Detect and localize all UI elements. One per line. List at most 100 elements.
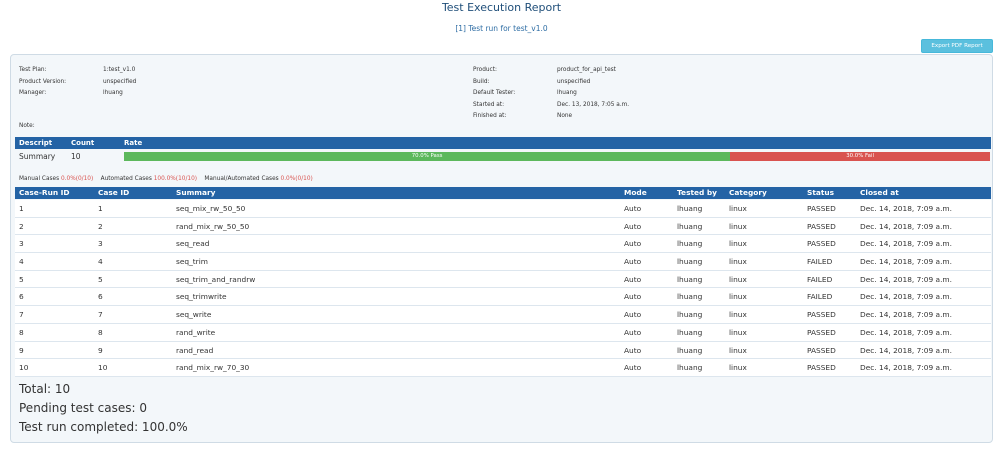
started-at-label: Started at:: [473, 101, 505, 108]
header-col-category: Category: [729, 188, 767, 197]
cell-mode: Auto: [624, 345, 642, 355]
cell-tested-by: lhuang: [677, 310, 703, 320]
table-row[interactable]: 1 1 seq_mix_rw_50_50 Auto lhuang linux PASSED D…: [15, 200, 991, 218]
cell-category: linux: [729, 310, 747, 320]
cell-category: linux: [729, 204, 747, 213]
mixed-cases-value: 0.0%(0/10): [280, 176, 313, 182]
cell-summary[interactable]: rand_mix_rw_50_50: [176, 218, 249, 235]
cell-status: FAILED: [807, 257, 833, 267]
table-row[interactable]: 9 9 rand_read Auto lhuang linux PASSED Dec. 14,…: [15, 341, 991, 360]
cell-case-run-id: 3: [19, 239, 24, 249]
cell-case-run-id: 10: [19, 363, 29, 373]
cell-closed-at: Dec. 14, 2018, 7:09 a.m.: [860, 310, 952, 320]
header-col-case-run-id: Case-Run ID: [19, 188, 70, 197]
cell-category: linux: [729, 363, 747, 373]
summary-descript: Summary: [19, 152, 56, 161]
test-plan-label: Test Plan:: [19, 67, 47, 73]
manual-cases-value: 0.0%(0/10): [60, 176, 94, 182]
table-row[interactable]: 6 6 seq_trimwrite Auto lhuang linux FAILED Dec.…: [15, 288, 991, 307]
cell-case-run-id: 1: [19, 204, 24, 213]
summary-col-count: Count: [71, 139, 95, 147]
cell-status: PASSED: [807, 221, 836, 231]
cell-closed-at: Dec. 14, 2018, 7:09 a.m.: [860, 292, 952, 302]
cell-status: FAILED: [807, 274, 833, 284]
header-col-case-id: Case ID: [98, 188, 130, 197]
test-plan-value: 1:test_v1.0: [103, 67, 136, 73]
header-col-tested-by: Tested by: [677, 188, 717, 197]
cell-summary[interactable]: seq_trim: [176, 253, 208, 270]
case-table-header: Case-Run ID Case ID Summary Mode Tested by Ca…: [15, 187, 991, 199]
test-run-link[interactable]: [1] Test run for test_v1.0: [0, 24, 1003, 33]
cell-case-id: 2: [98, 221, 103, 231]
cell-closed-at: Dec. 14, 2018, 7:09 a.m.: [860, 327, 952, 337]
build-value: unspecified: [557, 78, 591, 85]
table-row[interactable]: 2 2 rand_mix_rw_50_50 Auto lhuang linux PASSED…: [15, 217, 991, 236]
cell-status: PASSED: [807, 327, 836, 337]
cell-tested-by: lhuang: [677, 274, 703, 284]
cell-case-id: 10: [98, 363, 108, 373]
cell-summary[interactable]: seq_trim_and_randrw: [176, 271, 255, 288]
cell-closed-at: Dec. 14, 2018, 7:09 a.m.: [860, 257, 952, 267]
cell-summary[interactable]: seq_read: [176, 235, 209, 252]
cell-summary[interactable]: rand_read: [176, 342, 213, 359]
summary-col-descript: Descript: [19, 139, 53, 147]
cell-case-run-id: 4: [19, 257, 24, 267]
cell-case-id: 3: [98, 239, 103, 249]
cell-case-id: 8: [98, 327, 103, 337]
rate-bar-pass: 70.0% Pass: [124, 152, 731, 161]
cell-mode: Auto: [624, 221, 642, 231]
export-pdf-button[interactable]: Export PDF Report: [921, 39, 993, 53]
cell-case-id: 9: [98, 345, 103, 355]
table-row[interactable]: 4 4 seq_trim Auto lhuang linux FAILED Dec. 14, …: [15, 253, 991, 271]
cell-summary[interactable]: rand_mix_rw_70_30: [176, 359, 249, 376]
table-row[interactable]: 8 8 rand_write Auto lhuang linux PASSED Dec. 14…: [15, 323, 991, 342]
table-row[interactable]: 5 5 seq_trim_and_randrw Auto lhuang linux FAIL…: [15, 270, 991, 289]
manual-cases-label: Manual Cases: [19, 176, 60, 182]
cell-mode: Auto: [624, 310, 642, 320]
completion-rate: Test run completed: 100.0%: [19, 420, 188, 434]
header-col-summary: Summary: [176, 188, 216, 197]
cell-summary[interactable]: seq_write: [176, 306, 211, 323]
summary-row: Summary 10 70.0% Pass 30.0% Fail: [15, 150, 991, 164]
table-row[interactable]: 7 7 seq_write Auto lhuang linux PASSED Dec. 14,…: [15, 306, 991, 324]
product-version-value: unspecified: [103, 78, 137, 85]
cell-summary[interactable]: seq_trimwrite: [176, 288, 227, 305]
mixed-cases-label: Manual/Automated Cases: [204, 176, 279, 182]
cell-closed-at: Dec. 14, 2018, 7:09 a.m.: [860, 274, 952, 284]
finished-at-value: None: [557, 113, 573, 119]
cell-case-run-id: 9: [19, 345, 24, 355]
table-row[interactable]: 10 10 rand_mix_rw_70_30 Auto lhuang linux PASS…: [15, 359, 991, 377]
summary-col-rate: Rate: [124, 139, 143, 147]
cell-tested-by: lhuang: [677, 239, 703, 249]
cell-category: linux: [729, 292, 747, 302]
summary-count: 10: [71, 152, 81, 161]
cell-closed-at: Dec. 14, 2018, 7:09 a.m.: [860, 221, 952, 231]
cell-tested-by: lhuang: [677, 204, 703, 213]
cell-summary[interactable]: rand_write: [176, 324, 215, 341]
cell-category: linux: [729, 221, 747, 231]
header-col-status: Status: [807, 188, 835, 197]
started-at-value: Dec. 13, 2018, 7:05 a.m.: [557, 101, 630, 108]
product-value: product_for_api_test: [557, 67, 616, 73]
cell-mode: Auto: [624, 327, 642, 337]
cell-case-run-id: 6: [19, 292, 24, 302]
cell-mode: Auto: [624, 239, 642, 249]
page-title: Test Execution Report: [441, 1, 562, 14]
cell-mode: Auto: [624, 204, 642, 213]
manager-value: lhuang: [103, 90, 123, 96]
cell-category: linux: [729, 345, 747, 355]
cell-status: PASSED: [807, 345, 836, 355]
cell-tested-by: lhuang: [677, 327, 703, 337]
build-label: Build:: [473, 78, 490, 85]
cell-status: PASSED: [807, 204, 836, 213]
cell-category: linux: [729, 327, 747, 337]
cell-closed-at: Dec. 14, 2018, 7:09 a.m.: [860, 239, 952, 249]
cell-case-id: 6: [98, 292, 103, 302]
default-tester-label: Default Tester:: [473, 90, 516, 96]
cell-closed-at: Dec. 14, 2018, 7:09 a.m.: [860, 204, 952, 213]
cell-mode: Auto: [624, 292, 642, 302]
cell-summary[interactable]: seq_mix_rw_50_50: [176, 200, 245, 217]
table-row[interactable]: 3 3 seq_read Auto lhuang linux PASSED Dec. 14, …: [15, 235, 991, 254]
cell-tested-by: lhuang: [677, 257, 703, 267]
cell-case-id: 7: [98, 310, 103, 320]
